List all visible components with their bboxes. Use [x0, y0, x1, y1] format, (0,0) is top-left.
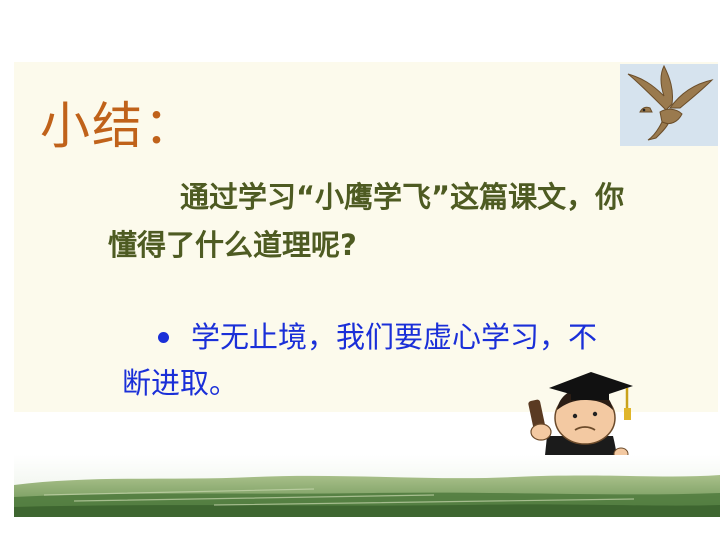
slide-title: 小结：	[40, 97, 196, 155]
bullet-icon	[158, 331, 169, 343]
question-text: 通过学习“小鹰学飞”这篇课文，你懂得了什么道理呢?	[108, 180, 625, 262]
eagle-photo	[620, 64, 718, 146]
green-field-strip	[14, 455, 720, 517]
